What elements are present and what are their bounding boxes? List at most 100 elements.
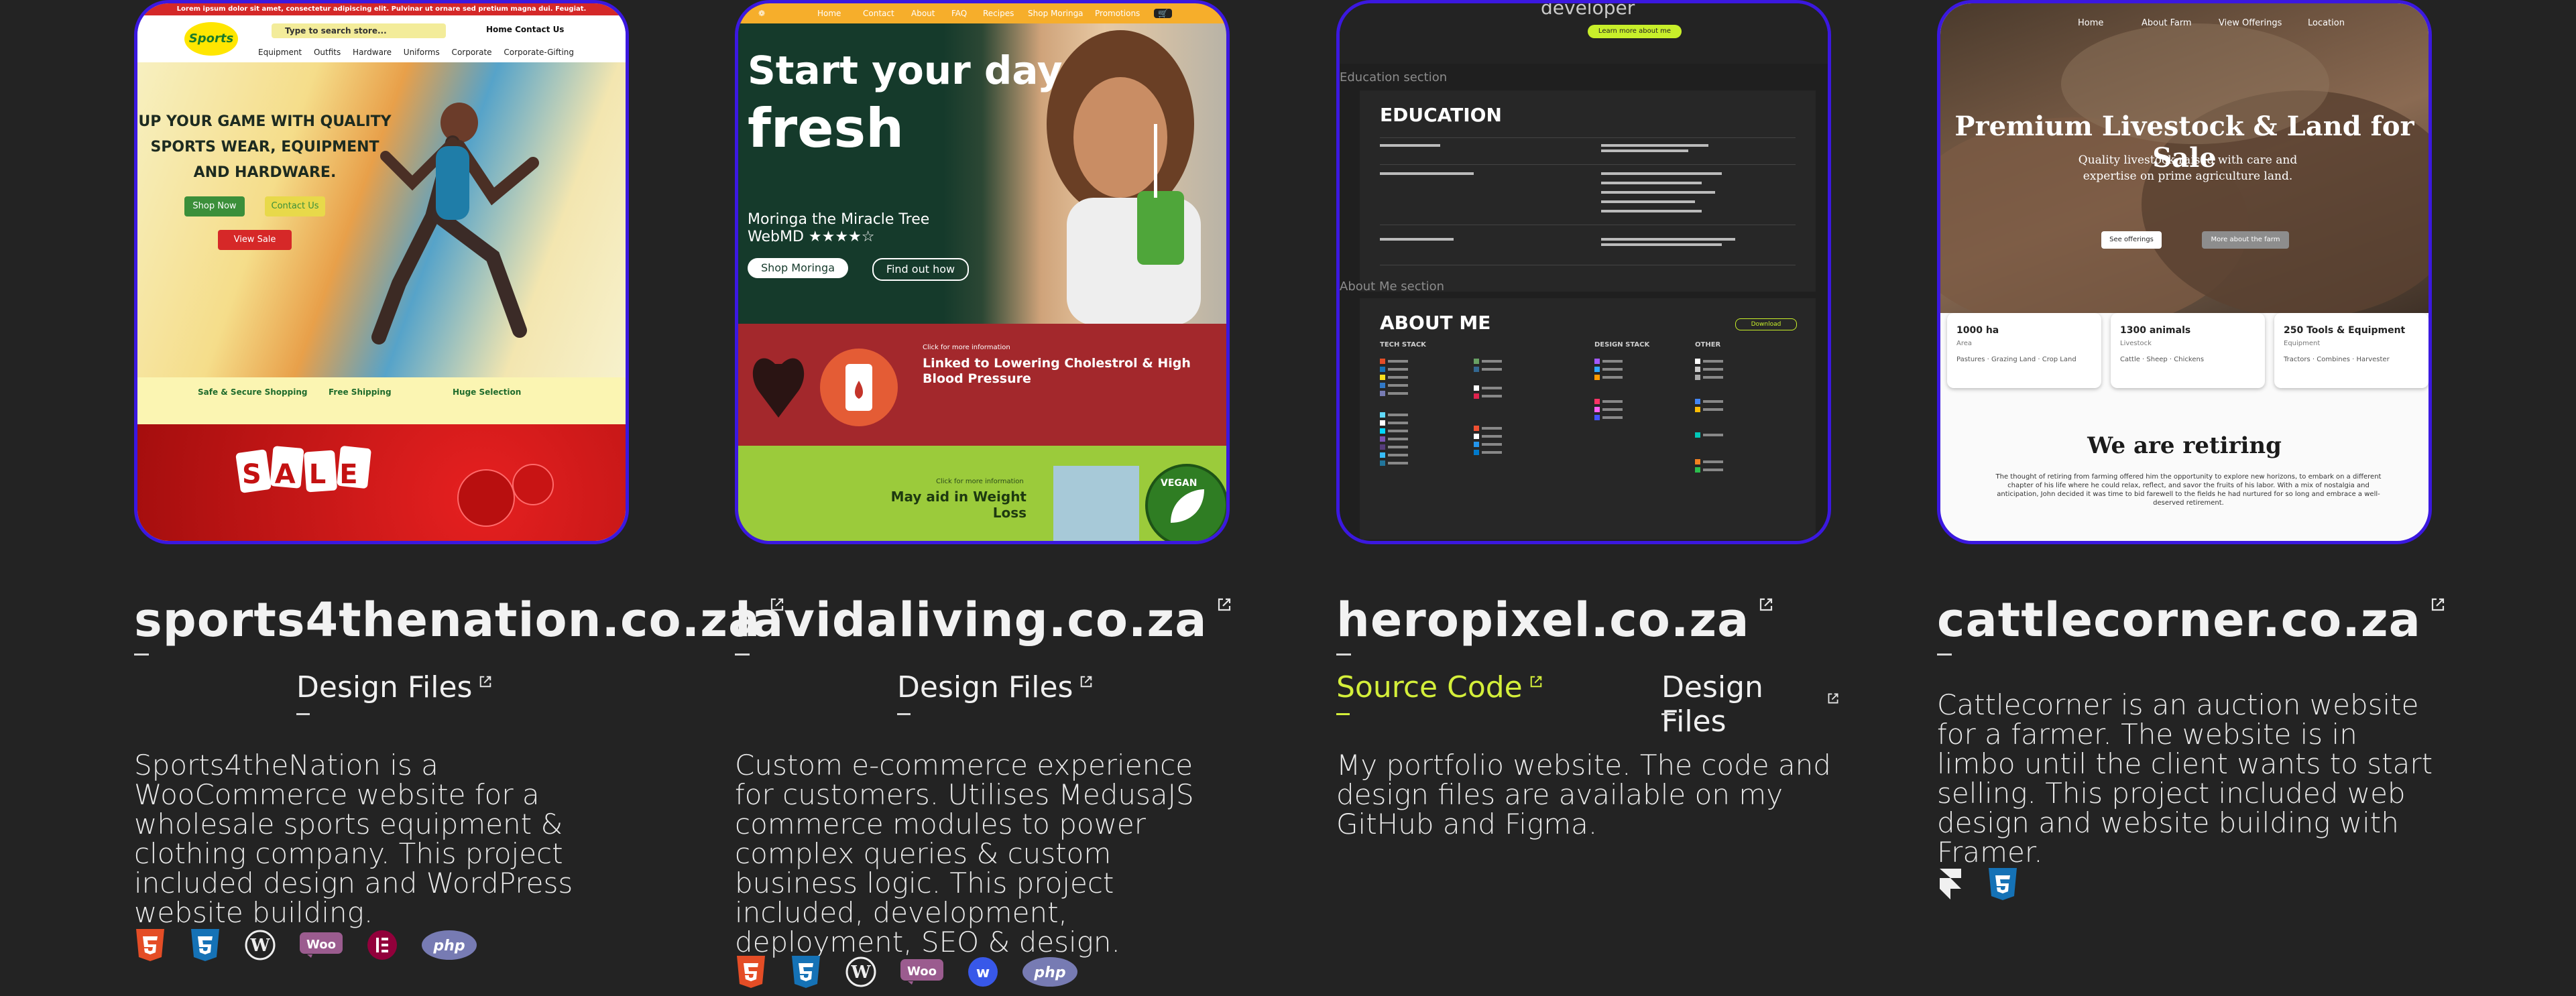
- design-files-label: Design Files: [296, 670, 473, 704]
- weight-heading: May aid in Weight Loss: [890, 489, 1027, 521]
- project-title-link[interactable]: cattlecorner.co.za: [1937, 593, 2421, 647]
- project-title-link[interactable]: sports4thenation.co.za: [134, 593, 760, 647]
- design-files-link[interactable]: Design Files: [897, 670, 1093, 715]
- project-thumbnail[interactable]: Lorem ipsum dolor sit amet, consectetur …: [134, 0, 629, 544]
- nav-item: About Farm: [2142, 18, 2192, 28]
- section-label: About Me section: [1340, 279, 1445, 294]
- project-description: My portfolio website. The code and desig…: [1336, 749, 1831, 841]
- nav-item: Location: [2308, 18, 2345, 28]
- php-icon: php: [1022, 955, 1078, 989]
- stat-tags: Tractors · Combines · Harvester: [2284, 356, 2390, 363]
- stat-card: 250 Tools & Equipment Equipment Tractors…: [2274, 313, 2428, 388]
- stat-card: 1300 animals Livestock Cattle · Sheep · …: [2111, 313, 2265, 388]
- hero-subtitle: Quality livestock raised with care and e…: [2078, 153, 2298, 183]
- project-card: Home About Farm View Offerings Location …: [1937, 0, 2444, 996]
- design-files-link[interactable]: Design Files: [296, 670, 492, 715]
- link-underline: [1336, 713, 1350, 715]
- svg-text:Woo: Woo: [306, 938, 336, 952]
- woocommerce-icon: Woo: [299, 928, 343, 962]
- css3-icon: [790, 955, 822, 989]
- project-title-link[interactable]: heropixel.co.za: [1336, 593, 1749, 647]
- project-thumbnail[interactable]: developer Learn more about me Education …: [1336, 0, 1831, 544]
- project-card: ❁ Home Contact About FAQ Recipes Shop Mo…: [735, 0, 1238, 996]
- project-description: Custom e-commerce experience for custome…: [735, 749, 1194, 958]
- site-nav: ❁ Home Contact About FAQ Recipes Shop Mo…: [738, 3, 1226, 23]
- feature-shipping: Free Shipping: [329, 387, 392, 397]
- vegan-text: VEGAN: [1161, 478, 1197, 489]
- nav-item: FAQ: [951, 9, 968, 18]
- webmd-rating: WebMD ★★★★☆: [748, 229, 875, 245]
- nav-item: Promotions: [1095, 9, 1140, 18]
- hero-section: UP YOUR GAME WITH QUALITY SPORTS WEAR, E…: [137, 62, 626, 377]
- project-links: Source Code Design Files: [1336, 670, 1839, 739]
- download-button: Download: [1735, 318, 1797, 330]
- more-info-label: Click for more information: [936, 478, 1024, 485]
- nav-item: Home: [2078, 18, 2104, 28]
- html5-icon: [134, 928, 166, 962]
- education-section: EDUCATION: [1360, 90, 1816, 292]
- hero-line-2: fresh: [748, 97, 904, 160]
- framer-icon: [1937, 867, 1964, 901]
- stat-value: 1000 ha: [1956, 325, 1999, 336]
- webflow-icon: w: [967, 955, 999, 989]
- weight-section: Click for more information May aid in We…: [738, 446, 1226, 541]
- external-link-icon: [1828, 693, 1838, 704]
- nav-logo-icon: ❁: [758, 9, 766, 18]
- cholesterol-section: Click for more information Linked to Low…: [738, 324, 1226, 446]
- project-links: Design Files: [134, 670, 637, 724]
- svg-text:Woo: Woo: [907, 964, 937, 979]
- project-title-link[interactable]: lavidaliving.co.za: [735, 593, 1208, 647]
- about-heading: ABOUT ME: [1380, 312, 1491, 334]
- scale-image: [1053, 466, 1139, 541]
- project-thumbnail[interactable]: Home About Farm View Offerings Location …: [1937, 0, 2432, 544]
- learn-more-button: Learn more about me: [1588, 25, 1682, 38]
- source-code-link[interactable]: Source Code: [1336, 670, 1543, 715]
- title-underline: [1336, 653, 1351, 656]
- education-rows: [1380, 144, 1735, 246]
- section-label: Education section: [1340, 70, 1448, 84]
- external-link-icon: [1218, 598, 1230, 611]
- design-files-label: Design Files: [897, 670, 1073, 704]
- svg-text:php: php: [432, 938, 465, 954]
- project-title-row: heropixel.co.za: [1336, 593, 1773, 653]
- external-link-icon: [480, 676, 491, 687]
- more-info-label: Click for more information: [923, 344, 1010, 351]
- site-header: Sports Type to search store... Home Cont…: [137, 15, 626, 62]
- svg-text:W: W: [850, 962, 871, 983]
- tech-icons: [1937, 867, 2019, 901]
- retiring-heading: We are retiring: [2087, 432, 2282, 459]
- project-title-row: sports4thenation.co.za: [134, 593, 784, 653]
- hero-line-1: Start your day: [748, 48, 1063, 93]
- stat-value: 250 Tools & Equipment: [2284, 325, 2406, 336]
- view-sale-button: View Sale: [218, 230, 292, 250]
- nav-item: Recipes: [983, 9, 1014, 18]
- project-thumbnail[interactable]: ❁ Home Contact About FAQ Recipes Shop Mo…: [735, 0, 1230, 544]
- external-link-icon: [2431, 598, 2444, 611]
- stat-tags: Pastures · Grazing Land · Crop Land: [1956, 356, 2076, 363]
- external-link-icon: [1760, 598, 1773, 611]
- design-files-link[interactable]: Design Files: [1661, 670, 1839, 739]
- html5-icon: [735, 955, 767, 989]
- title-underline: [134, 653, 149, 656]
- woocommerce-icon: Woo: [900, 955, 944, 989]
- site-logo: Sports: [184, 22, 238, 56]
- external-link-icon: [1530, 676, 1542, 687]
- feature-selection: Huge Selection: [453, 387, 522, 397]
- stat-card: 1000 ha Area Pastures · Grazing Land · C…: [1947, 313, 2101, 388]
- nav-item: Contact: [863, 9, 894, 18]
- svg-text:W: W: [249, 936, 270, 956]
- project-title-row: lavidaliving.co.za: [735, 593, 1232, 653]
- stat-value: 1300 animals: [2120, 325, 2191, 336]
- sale-text: SALE: [242, 459, 371, 490]
- search-bar: Type to search store...: [272, 23, 446, 38]
- other-label: OTHER: [1695, 341, 1721, 349]
- tech-icons: W Woo php: [134, 928, 477, 962]
- svg-text:w: w: [976, 964, 990, 981]
- nav-item: Shop Moringa: [1028, 9, 1084, 18]
- project-description: Sports4theNation is a WooCommerce websit…: [134, 749, 573, 929]
- hero-tagline: Moringa the Miracle Tree: [748, 211, 930, 228]
- source-code-label: Source Code: [1336, 670, 1523, 704]
- project-card: Lorem ipsum dolor sit amet, consectetur …: [134, 0, 784, 996]
- svg-text:php: php: [1033, 964, 1065, 981]
- tech-stack-label: TECH STACK: [1380, 341, 1426, 349]
